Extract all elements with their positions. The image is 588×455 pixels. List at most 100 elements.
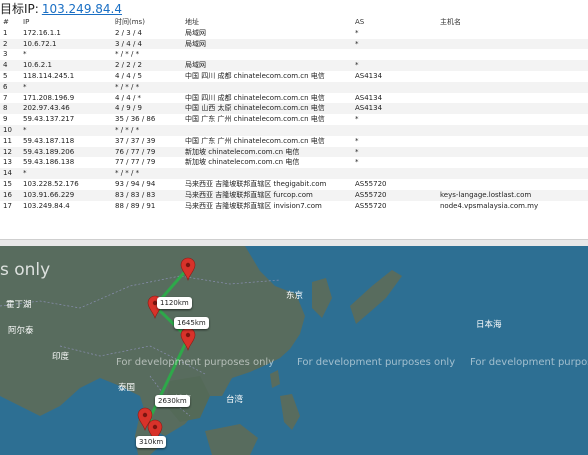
table-cell: 88 / 89 / 91 — [115, 201, 156, 210]
table-cell: 10.6.72.1 — [23, 39, 57, 48]
table-cell: 局域网 — [185, 39, 206, 48]
table-row[interactable]: 10 * * / * / * — [0, 124, 588, 136]
table-cell: 59.43.186.138 — [23, 158, 75, 167]
table-cell: * — [355, 61, 359, 70]
table-cell: 3 / 4 / 4 — [115, 39, 142, 48]
place-label: 霍丁湖 — [6, 300, 32, 310]
table-row[interactable]: 9 59.43.137.217 35 / 36 / 86 中国 广东 广州 china… — [0, 114, 588, 125]
table-row[interactable]: 13 59.43.186.138 77 / 77 / 79 新加坡 chinatele… — [0, 157, 588, 169]
table-cell: * — [355, 28, 359, 37]
table-cell — [437, 103, 588, 114]
column-header[interactable]: 地址 — [182, 17, 352, 28]
table-cell: * / * / * — [115, 50, 140, 59]
table-cell: 59.43.187.118 — [23, 136, 75, 145]
table-cell: 10.6.2.1 — [23, 61, 52, 70]
table-row[interactable]: 5 118.114.245.1 4 / 4 / 5 中国 四川 成都 chinatel… — [0, 70, 588, 82]
table-row[interactable]: 3 * * / * / * — [0, 49, 588, 61]
table-row[interactable]: 8 202.97.43.46 4 / 9 / 9 中国 山西 太原 chinatele… — [0, 103, 588, 115]
table-cell: 118.114.245.1 — [23, 71, 75, 80]
table-cell: 10 — [3, 125, 12, 134]
map-pin-icon[interactable] — [180, 257, 196, 281]
table-cell — [437, 136, 588, 147]
table-cell: AS4134 — [355, 71, 383, 80]
table-cell: 马来西亚 吉隆坡联邦直辖区 furcop.com — [185, 190, 313, 199]
table-cell — [352, 82, 437, 93]
table-cell — [437, 60, 588, 71]
table-cell — [352, 125, 437, 136]
distance-label: 2630km — [155, 395, 190, 407]
route-map[interactable]: s only 霍丁湖 阿尔泰 印度 泰国 台湾 日本海 东京 越南 For de… — [0, 246, 588, 455]
route-line — [148, 267, 190, 434]
table-row[interactable]: 6 * * / * / * — [0, 81, 588, 93]
target-ip-header: 目标IP: 103.249.84.4 — [0, 0, 588, 16]
table-cell: 新加坡 chinatelecom.com.cn 电信 — [185, 158, 300, 167]
table-row[interactable]: 7 171.208.196.9 4 / 4 / * 中国 四川 成都 chinatel… — [0, 92, 588, 104]
table-cell: * — [23, 169, 27, 178]
place-label: 台湾 — [226, 395, 244, 405]
table-cell: 12 — [3, 147, 12, 156]
table-row[interactable]: 2 10.6.72.1 3 / 4 / 4 局域网 * — [0, 38, 588, 50]
column-header[interactable]: AS — [352, 17, 437, 28]
table-cell: * — [23, 82, 27, 91]
table-row[interactable]: 4 10.6.2.1 2 / 2 / 2 局域网 * — [0, 60, 588, 71]
table-cell: 77 / 77 / 79 — [115, 158, 156, 167]
table-cell: 马来西亚 吉隆坡联邦直辖区 invision7.com — [185, 201, 322, 210]
column-header[interactable]: 时间(ms) — [112, 17, 182, 28]
table-cell: * — [355, 115, 359, 124]
table-cell: 9 — [3, 115, 8, 124]
dev-notice: For development purposes only — [116, 357, 275, 368]
table-cell: * — [355, 158, 359, 167]
table-cell — [437, 168, 588, 179]
table-cell: AS55720 — [355, 179, 387, 188]
table-row[interactable]: 16 103.91.66.229 83 / 83 / 83 马来西亚 吉隆坡联邦直辖区… — [0, 189, 588, 201]
table-row[interactable]: 12 59.43.189.206 76 / 77 / 79 新加坡 chinatele… — [0, 146, 588, 158]
table-cell: 76 / 77 / 79 — [115, 147, 156, 156]
table-cell: 103.228.52.176 — [23, 179, 79, 188]
pane-divider[interactable] — [0, 239, 588, 246]
place-label: 泰国 — [118, 383, 136, 393]
table-cell — [437, 114, 588, 125]
map-watermark: s only — [0, 260, 51, 280]
target-ip-link[interactable]: 103.249.84.4 — [42, 2, 122, 16]
target-ip-label: 目标IP: — [0, 2, 39, 16]
table-cell — [437, 179, 588, 190]
table-row[interactable]: 15 103.228.52.176 93 / 94 / 94 马来西亚 吉隆坡联邦直辖… — [0, 178, 588, 190]
table-cell: 172.16.1.1 — [23, 28, 61, 37]
table-cell: * / * / * — [115, 169, 140, 178]
column-header[interactable]: 主机名 — [437, 17, 588, 28]
table-body: 1 172.16.1.1 2 / 3 / 4 局域网 * 2 10.6.72.1 3 / 4 … — [0, 27, 588, 212]
table-cell: AS4134 — [355, 104, 383, 113]
table-cell: 1 — [3, 28, 8, 37]
table-cell — [352, 49, 437, 60]
table-cell: 2 — [3, 39, 8, 48]
table-cell: 93 / 94 / 94 — [115, 179, 156, 188]
table-cell: 5 — [3, 71, 8, 80]
table-cell: 83 / 83 / 83 — [115, 190, 156, 199]
table-cell — [182, 168, 352, 179]
column-header[interactable]: IP — [20, 17, 112, 28]
table-cell: AS4134 — [355, 93, 383, 102]
map-pin-dot — [185, 332, 191, 338]
map-pin-dot — [142, 412, 148, 418]
table-cell: 171.208.196.9 — [23, 93, 75, 102]
distance-label: 1645km — [174, 317, 209, 329]
table-cell: * / * / * — [115, 125, 140, 134]
column-header[interactable]: # — [0, 17, 20, 28]
place-label: 阿尔泰 — [8, 326, 34, 336]
table-row[interactable]: 17 103.249.84.4 88 / 89 / 91 马来西亚 吉隆坡联邦直辖区 … — [0, 200, 588, 212]
table-cell: 局域网 — [185, 28, 206, 37]
table-cell: 103.249.84.4 — [23, 201, 70, 210]
table-cell: 局域网 — [185, 61, 206, 70]
table-row[interactable]: 14 * * / * / * — [0, 168, 588, 179]
table-cell: 15 — [3, 179, 12, 188]
table-cell: 马来西亚 吉隆坡联邦直辖区 thegigabit.com — [185, 179, 327, 188]
table-cell — [437, 28, 588, 39]
table-row[interactable]: 1 172.16.1.1 2 / 3 / 4 局域网 * — [0, 27, 588, 39]
table-cell: * — [355, 147, 359, 156]
table-cell: keys-langage.lostlast.com — [440, 190, 532, 199]
table-cell: 中国 四川 成都 chinatelecom.com.cn 电信 — [185, 93, 325, 102]
table-row[interactable]: 11 59.43.187.118 37 / 37 / 39 中国 广东 广州 chin… — [0, 135, 588, 147]
table-cell: 4 / 4 / 5 — [115, 71, 142, 80]
table-cell: 中国 广东 广州 chinatelecom.com.cn 电信 — [185, 136, 325, 145]
table-cell — [437, 49, 588, 60]
